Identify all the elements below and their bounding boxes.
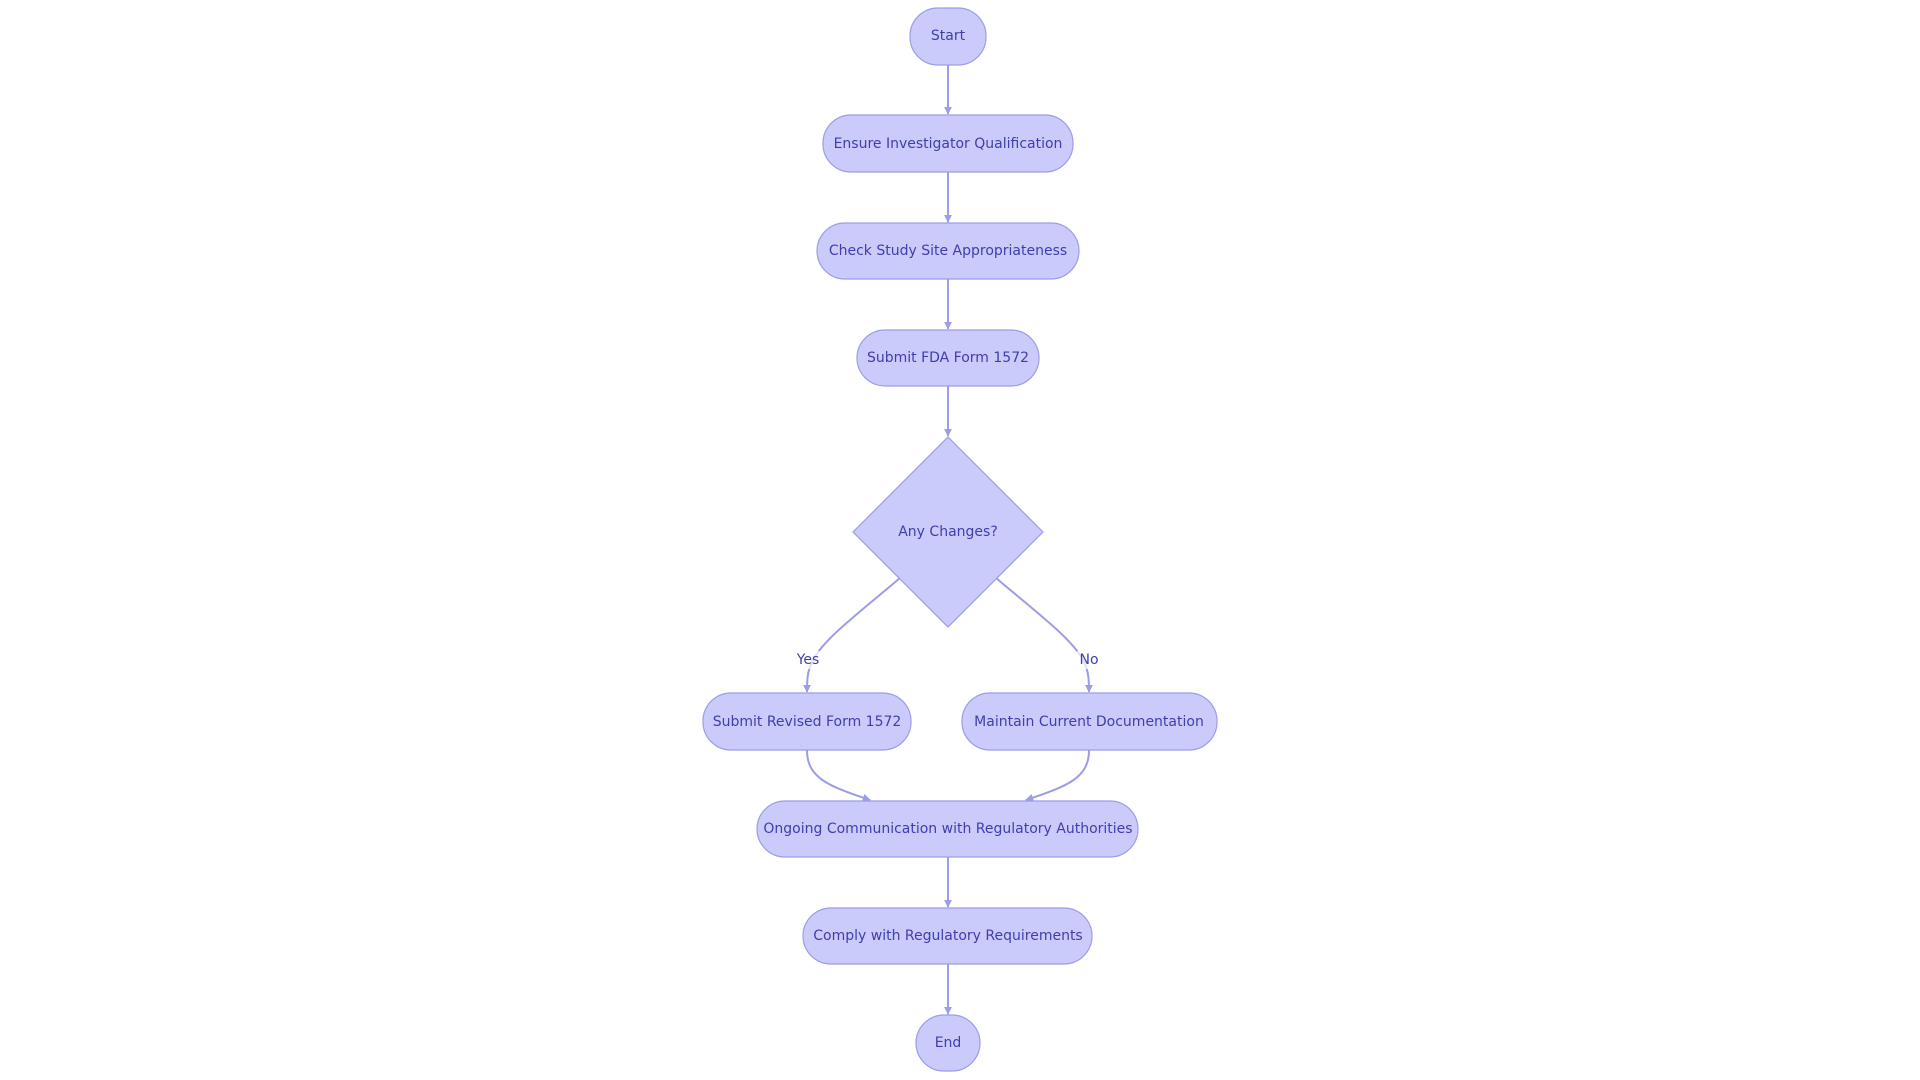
- flowchart-diagram: Yes No Start Ensure Investigator Qualifi…: [702, 7, 1218, 1072]
- node-submit-fda-form[interactable]: Submit FDA Form 1572: [856, 329, 1040, 387]
- edge-label-yes-text: Yes: [796, 652, 820, 668]
- edge-label-no-text: No: [1079, 652, 1098, 668]
- edge-label-no: No: [1077, 651, 1101, 669]
- node-end[interactable]: End: [915, 1014, 981, 1072]
- edge-maintain-to-ongoing: [1025, 749, 1090, 802]
- edge-decision-to-maintain: [995, 577, 1093, 693]
- node-ongoing-label: Ongoing Communication with Regulatory Au…: [763, 821, 1132, 837]
- node-maintain-label: Maintain Current Documentation: [974, 714, 1204, 730]
- node-check-study-site[interactable]: Check Study Site Appropriateness: [816, 222, 1080, 280]
- node-decision-label: Any Changes?: [898, 524, 998, 540]
- node-maintain-current-documentation[interactable]: Maintain Current Documentation: [961, 692, 1218, 751]
- node-ensure-label: Ensure Investigator Qualification: [834, 136, 1063, 152]
- node-check-label: Check Study Site Appropriateness: [829, 243, 1067, 259]
- node-decision-any-changes[interactable]: Any Changes?: [852, 436, 1044, 628]
- node-start[interactable]: Start: [909, 7, 987, 66]
- node-submit-revised-form[interactable]: Submit Revised Form 1572: [702, 692, 912, 751]
- node-submit-label: Submit FDA Form 1572: [867, 350, 1029, 366]
- node-ensure-investigator-qualification[interactable]: Ensure Investigator Qualification: [822, 114, 1074, 173]
- node-ongoing-communication[interactable]: Ongoing Communication with Regulatory Au…: [756, 800, 1139, 858]
- node-comply-regulatory[interactable]: Comply with Regulatory Requirements: [802, 907, 1093, 965]
- node-end-label: End: [935, 1035, 962, 1051]
- node-start-label: Start: [931, 28, 966, 44]
- node-comply-label: Comply with Regulatory Requirements: [813, 928, 1082, 944]
- edge-label-yes: Yes: [793, 651, 821, 669]
- edge-revised-to-ongoing: [806, 749, 871, 802]
- node-revised-label: Submit Revised Form 1572: [713, 714, 902, 730]
- edge-decision-to-revised: [803, 577, 901, 693]
